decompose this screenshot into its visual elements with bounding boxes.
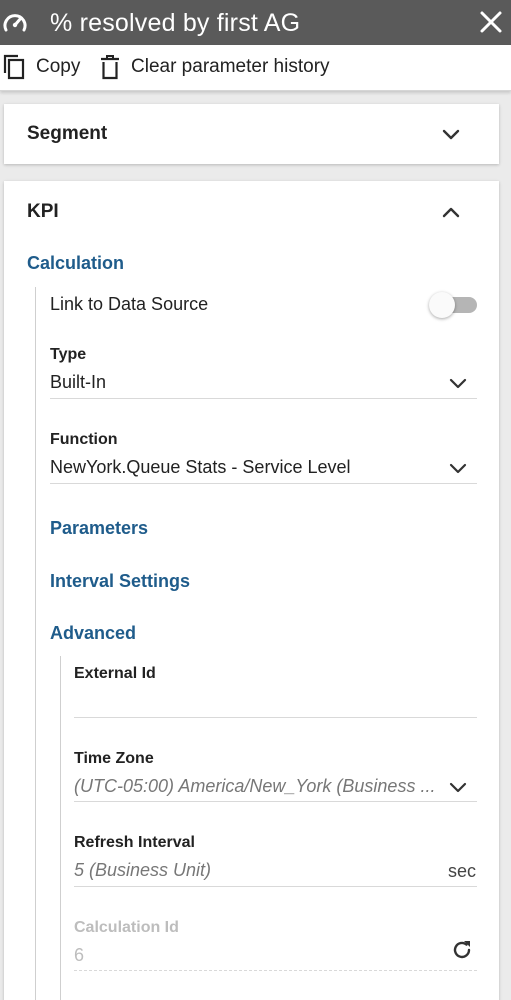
chevron-down-icon[interactable]	[447, 457, 469, 479]
toolbar: Copy Clear parameter history	[0, 45, 511, 91]
interval-settings-section-title[interactable]: Interval Settings	[50, 571, 190, 592]
calculation-indent-line	[35, 287, 36, 1000]
segment-title: Segment	[27, 123, 108, 144]
type-select[interactable]	[50, 368, 477, 399]
type-value: Built-In	[50, 372, 107, 392]
refresh-interval-unit: sec	[448, 861, 477, 881]
external-id-label: External Id	[74, 665, 156, 682]
copy-button[interactable]: Copy	[2, 53, 80, 81]
toggle-knob	[429, 292, 455, 318]
window-title: % resolved by first AG	[50, 9, 301, 37]
chevron-down-icon[interactable]	[447, 776, 469, 798]
link-to-data-source-label: Link to Data Source	[50, 294, 209, 314]
advanced-section-title[interactable]: Advanced	[50, 623, 136, 644]
close-icon[interactable]	[477, 8, 505, 36]
gauge-icon	[3, 14, 27, 32]
calculation-section-title[interactable]: Calculation	[27, 253, 124, 274]
copy-icon	[3, 54, 25, 80]
title-bar: % resolved by first AG	[0, 0, 511, 45]
time-zone-value: (UTC-05:00) America/New_York (Business .…	[74, 776, 436, 796]
chevron-up-icon[interactable]	[440, 201, 462, 223]
function-value: NewYork.Queue Stats - Service Level	[50, 457, 351, 477]
clear-parameter-history-button[interactable]: Clear parameter history	[99, 53, 330, 81]
calculation-id-input	[74, 941, 477, 971]
calculation-id-value: 6	[74, 945, 85, 965]
segment-card[interactable]: Segment	[4, 104, 499, 164]
clear-parameter-history-label: Clear parameter history	[131, 56, 330, 77]
kpi-title: KPI	[27, 201, 59, 222]
type-label: Type	[50, 346, 87, 363]
chevron-down-icon[interactable]	[440, 123, 462, 145]
calculation-id-label: Calculation Id	[74, 919, 179, 936]
function-label: Function	[50, 431, 118, 448]
parameters-section-title[interactable]: Parameters	[50, 518, 148, 539]
refresh-icon[interactable]	[450, 938, 474, 962]
trash-icon	[101, 55, 119, 80]
link-to-data-source-toggle[interactable]	[429, 292, 477, 318]
refresh-interval-value: 5 (Business Unit)	[74, 860, 212, 880]
copy-label: Copy	[36, 56, 81, 77]
refresh-interval-label: Refresh Interval	[74, 834, 195, 851]
advanced-indent-line	[60, 656, 61, 1000]
time-zone-label: Time Zone	[74, 750, 154, 767]
external-id-input[interactable]	[74, 688, 477, 718]
chevron-down-icon[interactable]	[447, 372, 469, 394]
